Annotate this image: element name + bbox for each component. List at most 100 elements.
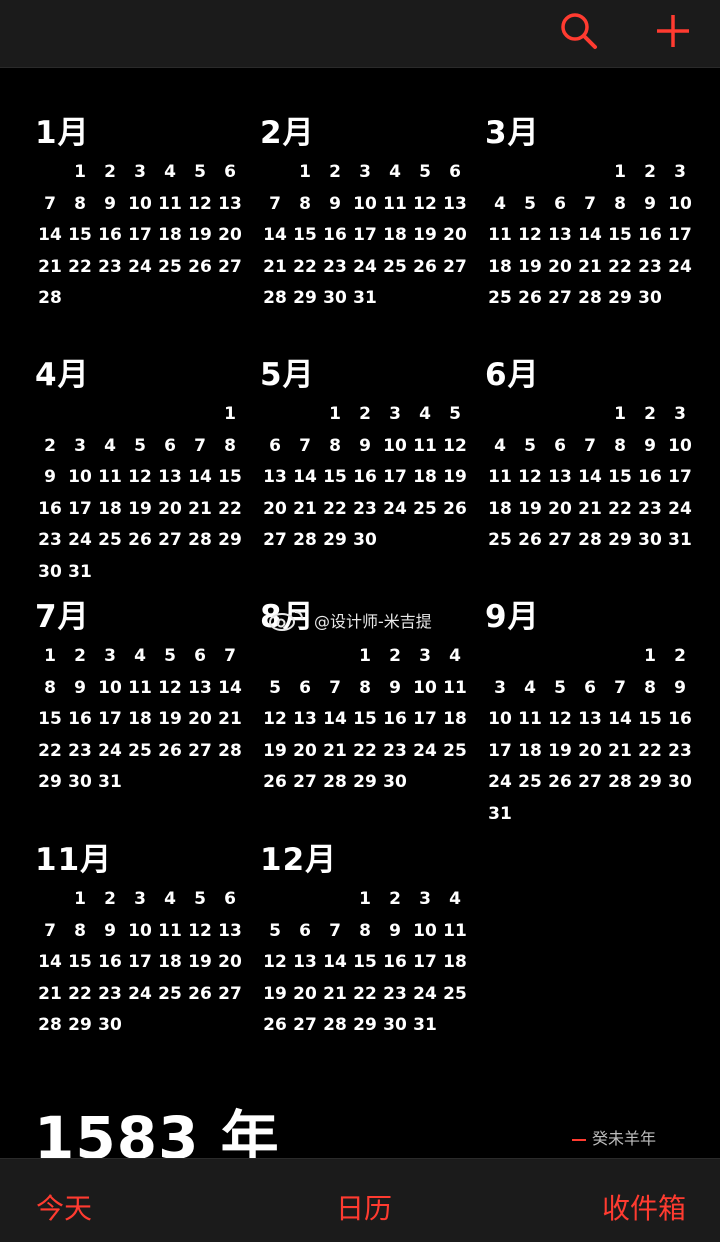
day-cell[interactable]: 3: [350, 157, 380, 189]
day-cell[interactable]: 5: [125, 431, 155, 463]
day-cell[interactable]: 17: [350, 220, 380, 252]
day-cell[interactable]: 15: [35, 704, 65, 736]
day-cell[interactable]: 8: [65, 189, 95, 221]
day-cell[interactable]: 22: [35, 736, 65, 768]
day-cell[interactable]: 17: [95, 704, 125, 736]
day-cell[interactable]: 23: [380, 979, 410, 1011]
day-cell[interactable]: 9: [380, 673, 410, 705]
day-cell[interactable]: 7: [290, 431, 320, 463]
day-cell[interactable]: 29: [290, 283, 320, 315]
month-december[interactable]: 12月 1 2 3 4 5 6 7 8 9 10 11 12 13 14 15 16 17 18 19 20 21 22 2…: [260, 840, 470, 1042]
day-cell[interactable]: 23: [95, 252, 125, 284]
day-cell[interactable]: 21: [260, 252, 290, 284]
day-cell[interactable]: 31: [350, 283, 380, 315]
day-cell[interactable]: 10: [125, 916, 155, 948]
month-november[interactable]: 11月 1 2 3 4 5 6 7 8 9 10 11 12 13 14 15 16 17 18 19 20 21 22 2…: [35, 840, 245, 1042]
day-cell[interactable]: 26: [515, 525, 545, 557]
day-cell[interactable]: 29: [635, 767, 665, 799]
day-cell[interactable]: 15: [635, 704, 665, 736]
day-cell[interactable]: 31: [95, 767, 125, 799]
day-cell[interactable]: 10: [665, 431, 695, 463]
day-cell[interactable]: 1: [290, 157, 320, 189]
day-cell[interactable]: 3: [665, 399, 695, 431]
day-cell[interactable]: 19: [260, 979, 290, 1011]
month-march[interactable]: 3月 1 2 3 4 5 6 7 8 9 10 11 12 13 14 15 16 17 18 19 20 21 22 23…: [485, 113, 695, 315]
day-cell[interactable]: 10: [665, 189, 695, 221]
day-cell[interactable]: 1: [320, 399, 350, 431]
day-cell[interactable]: 11: [485, 220, 515, 252]
day-cell[interactable]: 7: [260, 189, 290, 221]
day-cell[interactable]: 13: [260, 462, 290, 494]
day-cell[interactable]: 8: [605, 189, 635, 221]
day-cell[interactable]: 11: [515, 704, 545, 736]
day-cell[interactable]: 15: [65, 947, 95, 979]
day-cell[interactable]: 9: [95, 916, 125, 948]
day-cell[interactable]: 13: [290, 947, 320, 979]
day-cell[interactable]: 9: [350, 431, 380, 463]
day-cell[interactable]: 23: [380, 736, 410, 768]
day-cell[interactable]: 1: [350, 884, 380, 916]
day-cell[interactable]: 7: [575, 189, 605, 221]
day-cell[interactable]: 27: [290, 1010, 320, 1042]
day-cell[interactable]: 16: [35, 494, 65, 526]
day-cell[interactable]: 29: [65, 1010, 95, 1042]
day-cell[interactable]: 4: [485, 431, 515, 463]
day-cell[interactable]: 3: [380, 399, 410, 431]
month-february[interactable]: 2月 1 2 3 4 5 6 7 8 9 10 11 12 13 14 15 16 17 18 19 20 21 22 23…: [260, 113, 470, 315]
day-cell[interactable]: 24: [665, 252, 695, 284]
day-cell[interactable]: 20: [440, 220, 470, 252]
day-cell[interactable]: 7: [35, 189, 65, 221]
day-cell[interactable]: 29: [215, 525, 245, 557]
day-cell[interactable]: 10: [125, 189, 155, 221]
day-cell[interactable]: 11: [155, 916, 185, 948]
day-cell[interactable]: 16: [95, 947, 125, 979]
day-cell[interactable]: 22: [350, 736, 380, 768]
day-cell[interactable]: 21: [185, 494, 215, 526]
day-cell[interactable]: 25: [485, 525, 515, 557]
day-cell[interactable]: 1: [605, 157, 635, 189]
day-cell[interactable]: 26: [515, 283, 545, 315]
day-cell[interactable]: 23: [35, 525, 65, 557]
day-cell[interactable]: 31: [65, 557, 95, 589]
day-cell[interactable]: 16: [65, 704, 95, 736]
day-cell[interactable]: 9: [65, 673, 95, 705]
day-cell[interactable]: 13: [545, 462, 575, 494]
day-cell[interactable]: 4: [485, 189, 515, 221]
day-cell[interactable]: 25: [410, 494, 440, 526]
day-cell[interactable]: 20: [545, 494, 575, 526]
day-cell[interactable]: 14: [35, 220, 65, 252]
day-cell[interactable]: 29: [350, 767, 380, 799]
day-cell[interactable]: 6: [575, 673, 605, 705]
day-cell[interactable]: 27: [260, 525, 290, 557]
day-cell[interactable]: 23: [320, 252, 350, 284]
day-cell[interactable]: 10: [410, 673, 440, 705]
day-cell[interactable]: 2: [65, 641, 95, 673]
day-cell[interactable]: 17: [410, 704, 440, 736]
day-cell[interactable]: 3: [485, 673, 515, 705]
day-cell[interactable]: 22: [65, 252, 95, 284]
month-june[interactable]: 6月 1 2 3 4 5 6 7 8 9 10 11 12 13 14 15 16 17 18 19 20 21 22 23…: [485, 355, 695, 557]
day-cell[interactable]: 12: [260, 947, 290, 979]
day-cell[interactable]: 11: [125, 673, 155, 705]
day-cell[interactable]: 14: [320, 704, 350, 736]
day-cell[interactable]: 14: [260, 220, 290, 252]
day-cell[interactable]: 2: [380, 884, 410, 916]
day-cell[interactable]: 13: [545, 220, 575, 252]
tab-calendars[interactable]: 日历: [336, 1187, 392, 1227]
day-cell[interactable]: 20: [290, 979, 320, 1011]
day-cell[interactable]: 27: [290, 767, 320, 799]
day-cell[interactable]: 27: [155, 525, 185, 557]
day-cell[interactable]: 2: [350, 399, 380, 431]
day-cell[interactable]: 28: [260, 283, 290, 315]
day-cell[interactable]: 9: [635, 431, 665, 463]
day-cell[interactable]: 16: [320, 220, 350, 252]
day-cell[interactable]: 12: [545, 704, 575, 736]
day-cell[interactable]: 6: [260, 431, 290, 463]
day-cell[interactable]: 4: [380, 157, 410, 189]
day-cell[interactable]: 29: [350, 1010, 380, 1042]
day-cell[interactable]: 23: [350, 494, 380, 526]
day-cell[interactable]: 1: [635, 641, 665, 673]
day-cell[interactable]: 6: [290, 673, 320, 705]
day-cell[interactable]: 22: [215, 494, 245, 526]
day-cell[interactable]: 23: [65, 736, 95, 768]
